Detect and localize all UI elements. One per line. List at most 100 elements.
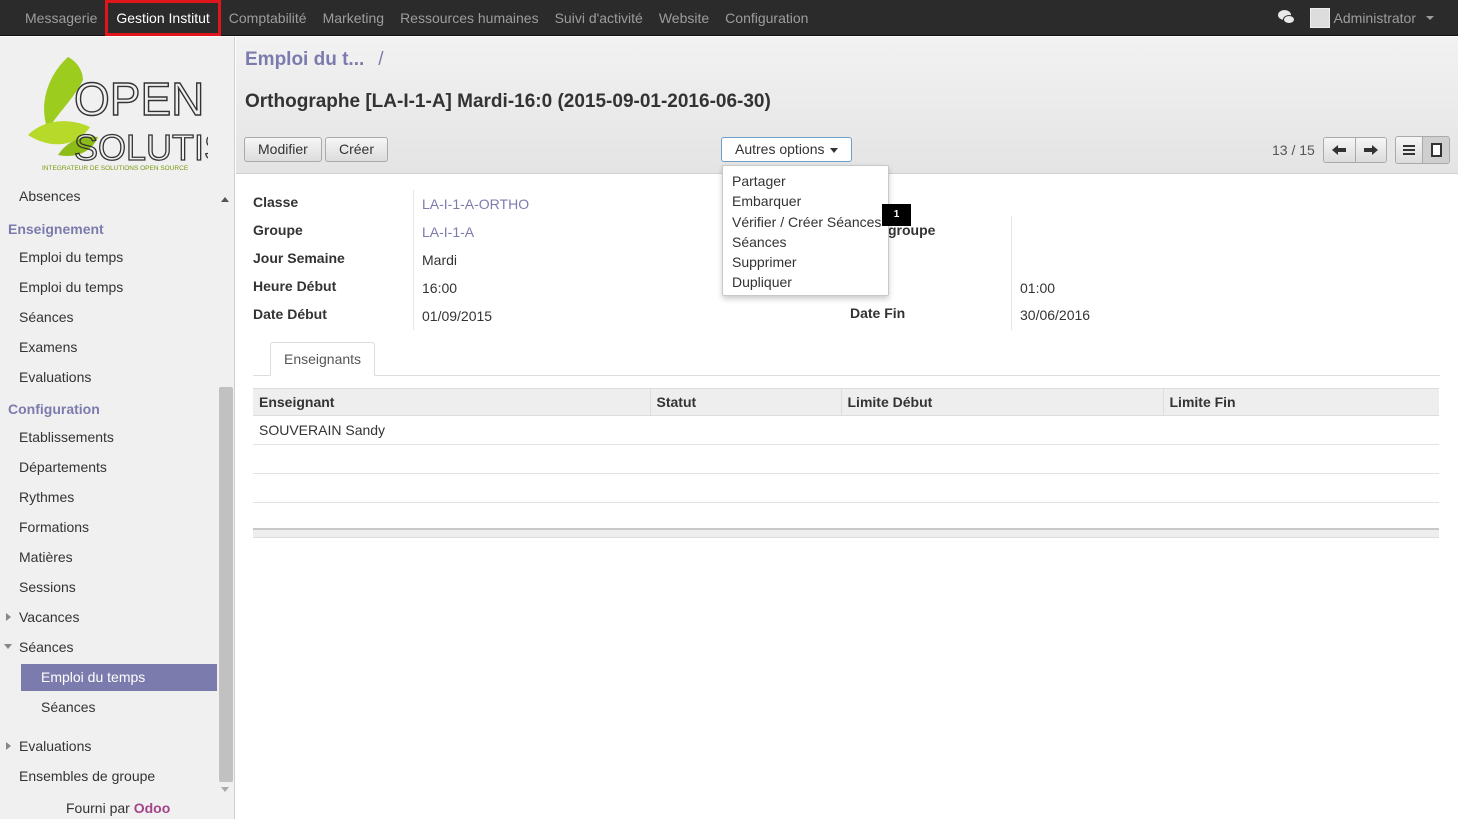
main-menu: Messagerie Gestion Institut Comptabilité… bbox=[0, 0, 816, 36]
menu-ressources-humaines[interactable]: Ressources humaines bbox=[392, 0, 547, 36]
expand-icon[interactable] bbox=[6, 742, 11, 750]
breadcrumb-link[interactable]: Emploi du t... bbox=[245, 49, 364, 70]
pager-buttons bbox=[1323, 137, 1387, 163]
sidebar-item-evaluations-group[interactable]: Evaluations bbox=[19, 738, 91, 754]
scroll-up-icon[interactable] bbox=[221, 197, 229, 202]
empty-row bbox=[253, 473, 1439, 503]
sidebar: OPEN SOLUTIS INTEGRATEUR DE SOLUTIONS OP… bbox=[0, 37, 235, 819]
sidebar-header-enseignement: Enseignement bbox=[8, 221, 104, 237]
menu-marketing[interactable]: Marketing bbox=[315, 0, 392, 36]
collapse-icon[interactable] bbox=[4, 644, 12, 649]
sidebar-item-etablissements[interactable]: Etablissements bbox=[19, 429, 114, 445]
cell-limite-fin bbox=[1163, 415, 1439, 445]
topbar-right: Administrator bbox=[1277, 0, 1434, 36]
page-title: Orthographe [LA-I-1-A] Mardi-16:0 (2015-… bbox=[245, 91, 771, 112]
date-debut-label: Date Début bbox=[253, 306, 327, 322]
powered-by: Fourni par Odoo bbox=[66, 800, 170, 816]
autres-options-label: Autres options bbox=[735, 141, 825, 157]
user-menu[interactable]: Administrator bbox=[1309, 8, 1434, 28]
sidebar-item-seances-group[interactable]: Séances bbox=[19, 639, 73, 655]
sidebar-item-emploi-du-temps-2[interactable]: Emploi du temps bbox=[19, 279, 123, 295]
sidebar-item-evaluations[interactable]: Evaluations bbox=[19, 369, 91, 385]
top-navbar: Messagerie Gestion Institut Comptabilité… bbox=[0, 0, 1458, 36]
column-limite-debut[interactable]: Limite Début bbox=[840, 388, 1163, 416]
sidebar-item-seances-sub[interactable]: Séances bbox=[41, 699, 95, 715]
tab-enseignants[interactable]: Enseignants bbox=[270, 342, 376, 376]
jour-semaine-label: Jour Semaine bbox=[253, 250, 345, 266]
creer-button[interactable]: Créer bbox=[325, 137, 389, 162]
menu-configuration[interactable]: Configuration bbox=[717, 0, 816, 36]
autres-options-button[interactable]: Autres options bbox=[721, 137, 852, 162]
modifier-button[interactable]: Modifier bbox=[244, 137, 322, 162]
powered-by-text: Fourni par bbox=[66, 800, 134, 816]
sidebar-item-seances[interactable]: Séances bbox=[19, 309, 73, 325]
column-statut[interactable]: Statut bbox=[649, 388, 841, 416]
menu-item-embarquer[interactable]: Embarquer bbox=[723, 191, 888, 211]
menu-item-verifier-creer-seances[interactable]: Vérifier / Créer Séances bbox=[723, 212, 888, 232]
table-row[interactable]: SOUVERAIN Sandy bbox=[253, 415, 1439, 445]
menu-item-seances[interactable]: Séances bbox=[723, 232, 888, 252]
tab-bar-line bbox=[253, 375, 1440, 376]
menu-gestion-institut[interactable]: Gestion Institut bbox=[105, 0, 221, 36]
arrow-right-icon bbox=[1363, 145, 1378, 155]
autres-options-menu: Partager Embarquer Vérifier / Créer Séan… bbox=[722, 165, 889, 296]
jour-semaine-field[interactable]: Mardi bbox=[422, 252, 457, 268]
caret-down-icon bbox=[829, 147, 838, 153]
classe-label: Classe bbox=[253, 194, 299, 210]
list-icon bbox=[1403, 145, 1415, 155]
previous-button[interactable] bbox=[1324, 138, 1355, 162]
company-logo: OPEN SOLUTIS INTEGRATEUR DE SOLUTIONS OP… bbox=[28, 57, 208, 172]
sidebar-item-absences[interactable]: Absences bbox=[19, 188, 80, 204]
logo-tagline: INTEGRATEUR DE SOLUTIONS OPEN SOURCE bbox=[42, 165, 189, 172]
arrow-left-icon bbox=[1332, 145, 1347, 155]
table-footer bbox=[253, 528, 1439, 538]
expand-icon[interactable] bbox=[6, 613, 11, 621]
control-panel: Emploi du t... / Orthographe [LA-I-1-A] M… bbox=[236, 37, 1458, 174]
sidebar-item-formations[interactable]: Formations bbox=[19, 519, 89, 535]
column-limite-fin[interactable]: Limite Fin bbox=[1162, 388, 1439, 416]
chat-icon[interactable] bbox=[1277, 10, 1296, 26]
menu-suivi-activite[interactable]: Suivi d'activité bbox=[547, 0, 651, 36]
date-debut-field[interactable]: 01/09/2015 bbox=[422, 308, 492, 324]
chevron-down-icon bbox=[1426, 16, 1434, 20]
menu-comptabilite[interactable]: Comptabilité bbox=[221, 0, 315, 36]
form-view-button[interactable] bbox=[1422, 137, 1449, 163]
user-name: Administrator bbox=[1333, 10, 1416, 26]
cell-statut bbox=[650, 415, 841, 445]
view-switcher bbox=[1395, 136, 1450, 164]
menu-item-partager[interactable]: Partager bbox=[723, 171, 888, 191]
groupe-label: Groupe bbox=[253, 222, 303, 238]
next-button[interactable] bbox=[1354, 138, 1386, 162]
sidebar-item-examens[interactable]: Examens bbox=[19, 339, 77, 355]
enseignants-table: Enseignant Statut Limite Début Limite Fi… bbox=[253, 388, 1439, 532]
duree-field[interactable]: 01:00 bbox=[1020, 280, 1055, 296]
date-fin-field[interactable]: 30/06/2016 bbox=[1020, 307, 1090, 323]
logo-line2: SOLUTIS bbox=[74, 127, 208, 168]
groupe-field[interactable]: LA-I-1-A bbox=[422, 224, 474, 240]
sidebar-item-sessions[interactable]: Sessions bbox=[19, 579, 76, 595]
field-divider bbox=[413, 190, 414, 330]
odoo-link[interactable]: Odoo bbox=[134, 800, 171, 816]
sidebar-item-ensembles-de-groupe[interactable]: Ensembles de groupe bbox=[19, 768, 155, 784]
sidebar-header-configuration: Configuration bbox=[8, 401, 100, 417]
cell-enseignant: SOUVERAIN Sandy bbox=[253, 415, 650, 445]
sidebar-item-vacances[interactable]: Vacances bbox=[19, 609, 79, 625]
scroll-down-icon[interactable] bbox=[221, 787, 229, 792]
menu-messagerie[interactable]: Messagerie bbox=[0, 0, 105, 36]
sidebar-item-departements[interactable]: Départements bbox=[19, 459, 107, 475]
menu-item-supprimer[interactable]: Supprimer bbox=[723, 252, 888, 272]
sidebar-item-rythmes[interactable]: Rythmes bbox=[19, 489, 74, 505]
heure-debut-field[interactable]: 16:00 bbox=[422, 280, 457, 296]
column-enseignant[interactable]: Enseignant bbox=[253, 388, 650, 416]
sidebar-scroll-thumb[interactable] bbox=[219, 387, 233, 782]
sidebar-item-emploi-du-temps-1[interactable]: Emploi du temps bbox=[19, 249, 123, 265]
breadcrumb: Emploi du t... / bbox=[245, 49, 384, 71]
list-view-button[interactable] bbox=[1396, 137, 1422, 163]
form-icon bbox=[1430, 143, 1442, 157]
sidebar-item-matieres[interactable]: Matières bbox=[19, 549, 73, 565]
sidebar-item-emploi-du-temps-active[interactable]: Emploi du temps bbox=[21, 664, 217, 691]
classe-field[interactable]: LA-I-1-A-ORTHO bbox=[422, 196, 529, 212]
date-fin-label: Date Fin bbox=[850, 305, 906, 321]
menu-item-dupliquer[interactable]: Dupliquer bbox=[723, 272, 888, 292]
menu-website[interactable]: Website bbox=[651, 0, 717, 36]
